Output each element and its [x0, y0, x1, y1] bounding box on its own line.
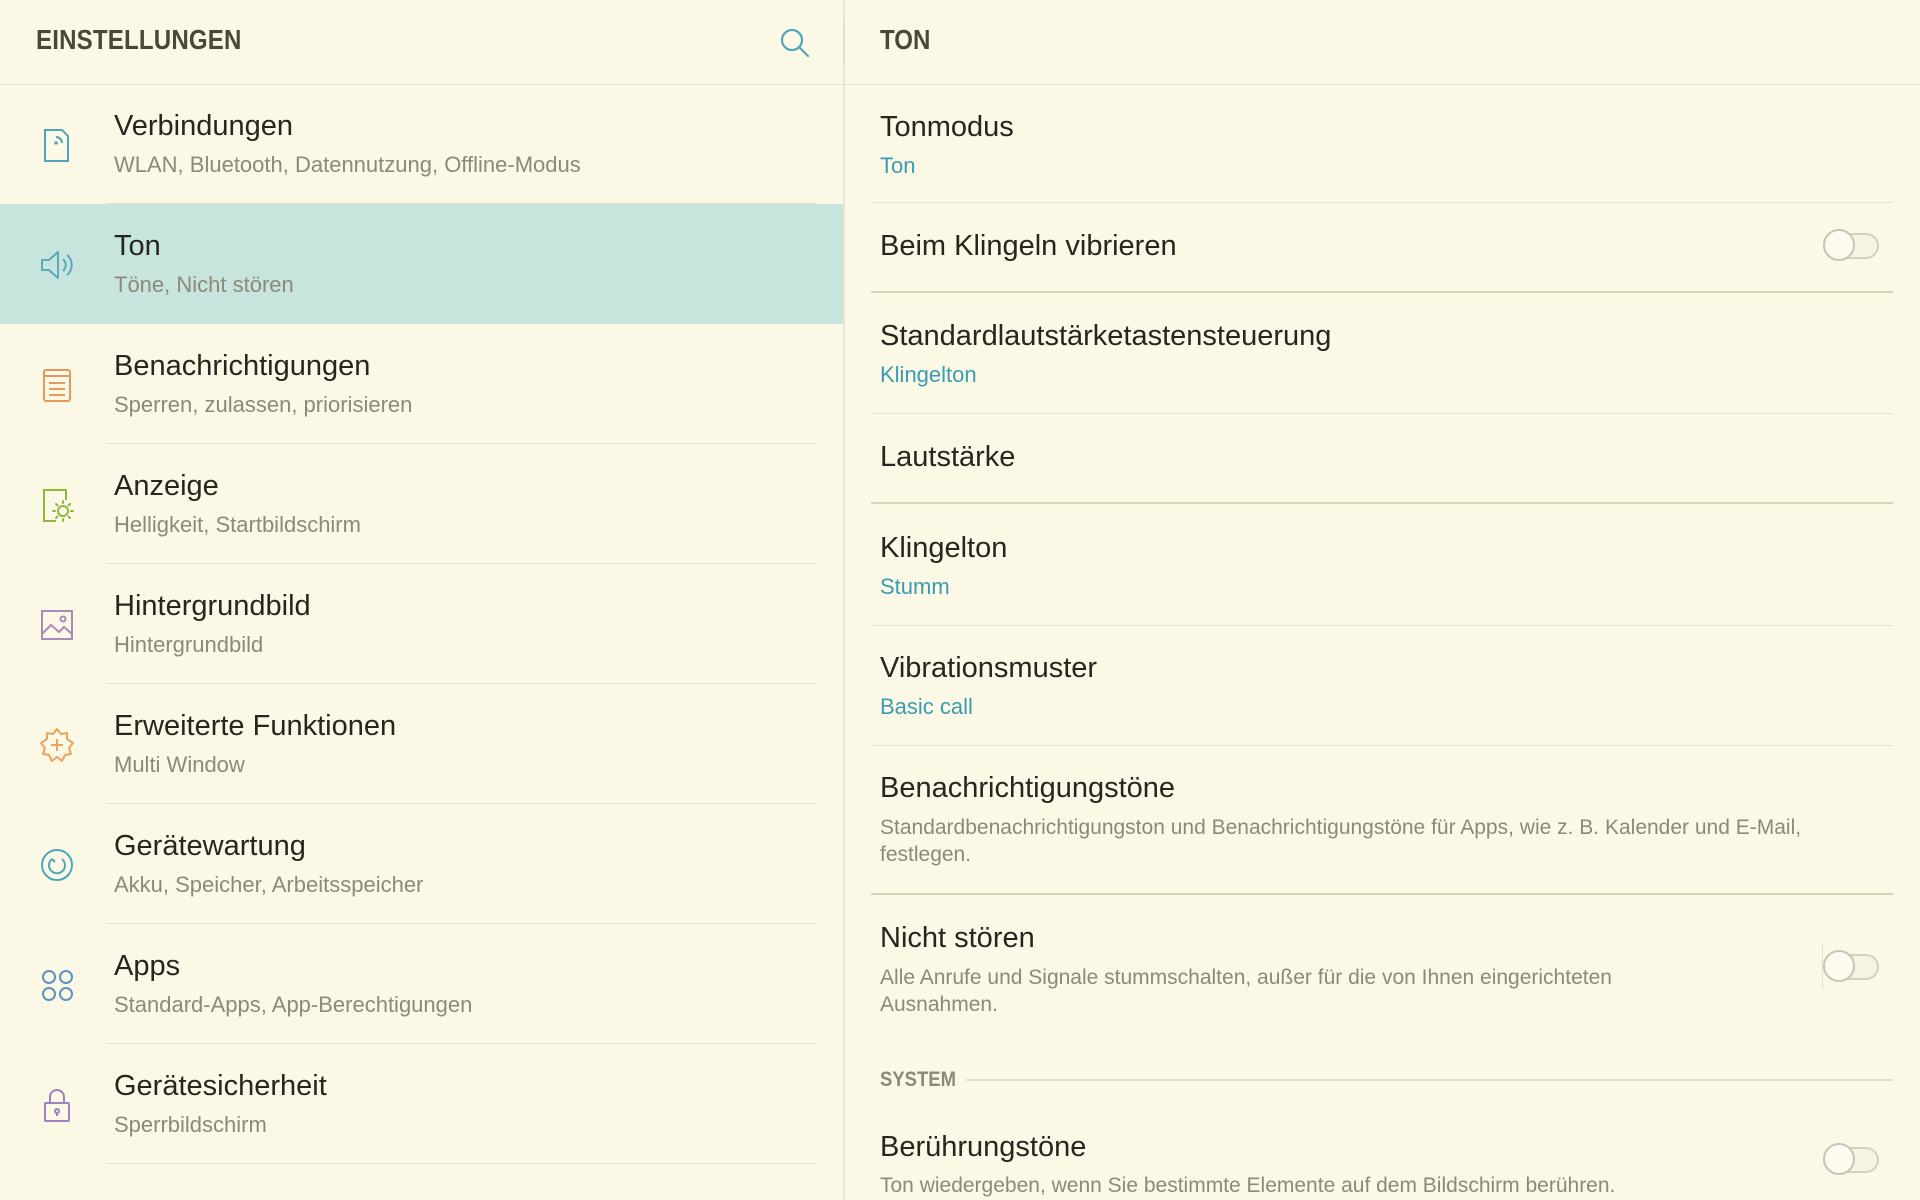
- header-divider: [843, 20, 844, 64]
- setting-value: Stumm: [880, 574, 950, 599]
- setting-beruehrungstoene[interactable]: Berührungstöne Ton wiedergeben, wenn Sie…: [871, 1105, 1893, 1200]
- lock-icon: [44, 1089, 70, 1122]
- connections-icon: [44, 129, 69, 162]
- search-icon: [780, 28, 810, 58]
- touch-sounds-toggle[interactable]: [1823, 1143, 1879, 1175]
- apps-icon: [42, 970, 73, 1001]
- speaker-icon: [41, 251, 73, 279]
- setting-title: Beim Klingeln vibrieren: [880, 230, 1177, 262]
- page-title: EINSTELLUNGEN: [36, 24, 242, 55]
- setting-title: Lautstärke: [880, 441, 1016, 473]
- settings-header: EINSTELLUNGEN: [0, 0, 843, 85]
- sound-settings-pane: TON Tonmodus Ton Beim Klingeln vibrieren…: [845, 0, 1920, 1200]
- settings-app: EINSTELLUNGEN Verbindungen WLAN, Bluetoo…: [0, 0, 1920, 1200]
- wallpaper-icon: [41, 610, 73, 640]
- menu-item-title: Anzeige: [114, 470, 219, 502]
- menu-item-ton[interactable]: Ton Töne, Nicht stören: [0, 204, 843, 324]
- toggle-knob: [1823, 229, 1855, 261]
- menu-item-subtitle: Töne, Nicht stören: [114, 272, 294, 297]
- setting-value: Klingelton: [880, 362, 977, 387]
- section-label: SYSTEM: [880, 1068, 956, 1091]
- menu-item-title: Erweiterte Funktionen: [114, 710, 397, 742]
- menu-item-subtitle: Akku, Speicher, Arbeitsspeicher: [114, 872, 424, 897]
- setting-vibrationsmuster[interactable]: Vibrationsmuster Basic call: [871, 626, 1893, 746]
- setting-title: Klingelton: [880, 532, 1008, 564]
- setting-description: Standardbenachrichtigungston und Benachr…: [880, 816, 1802, 866]
- menu-item-subtitle: WLAN, Bluetooth, Datennutzung, Offline-M…: [114, 152, 581, 177]
- menu-item-title: Ton: [114, 230, 161, 262]
- setting-value: Basic call: [880, 694, 973, 719]
- setting-beim-klingeln-vibrieren[interactable]: Beim Klingeln vibrieren: [871, 203, 1893, 293]
- setting-title: Standardlautstärketastensteuerung: [880, 320, 1332, 352]
- menu-item-subtitle: Sperrbildschirm: [114, 1112, 267, 1137]
- menu-item-subtitle: Multi Window: [114, 752, 245, 777]
- menu-item-title: Benachrichtigungen: [114, 350, 371, 382]
- menu-item-benachrichtigungen[interactable]: Benachrichtigungen Sperren, zulassen, pr…: [0, 324, 843, 444]
- setting-klingelton[interactable]: Klingelton Stumm: [871, 504, 1893, 626]
- menu-item-subtitle: Hintergrundbild: [114, 632, 264, 657]
- menu-item-hintergrundbild[interactable]: Hintergrundbild Hintergrundbild: [0, 564, 843, 684]
- search-button[interactable]: [778, 26, 812, 60]
- settings-menu-pane: EINSTELLUNGEN Verbindungen WLAN, Bluetoo…: [0, 0, 843, 1200]
- menu-item-title: Apps: [114, 950, 181, 982]
- menu-item-subtitle: Standard-Apps, App-Berechtigungen: [114, 992, 473, 1017]
- advanced-features-icon: [40, 728, 74, 762]
- vibrate-toggle[interactable]: [1823, 229, 1879, 261]
- setting-title: Benachrichtigungstöne: [880, 772, 1176, 804]
- menu-item-anzeige[interactable]: Anzeige Helligkeit, Startbildschirm: [0, 444, 843, 564]
- setting-title: Nicht stören: [880, 922, 1035, 954]
- setting-title: Vibrationsmuster: [880, 652, 1098, 684]
- menu-item-erweiterte-funktionen[interactable]: Erweiterte Funktionen Multi Window: [0, 684, 843, 804]
- menu-item-title: Hintergrundbild: [114, 590, 311, 622]
- divider: [106, 1163, 817, 1164]
- menu-item-subtitle: Helligkeit, Startbildschirm: [114, 512, 361, 537]
- setting-title: Tonmodus: [880, 111, 1014, 143]
- toggle-knob: [1823, 950, 1855, 982]
- setting-benachrichtigungstoene[interactable]: Benachrichtigungstöne Standardbenachrich…: [871, 746, 1893, 895]
- menu-item-title: Verbindungen: [114, 110, 293, 142]
- do-not-disturb-toggle[interactable]: [1823, 950, 1879, 982]
- detail-header: TON: [845, 0, 1920, 85]
- notifications-icon: [43, 369, 71, 402]
- display-icon: [43, 489, 74, 522]
- setting-tonmodus[interactable]: Tonmodus Ton: [871, 85, 1893, 203]
- menu-item-geraetewartung[interactable]: Gerätewartung Akku, Speicher, Arbeitsspe…: [0, 804, 843, 924]
- setting-description: Alle Anrufe und Signale stummschalten, a…: [880, 966, 1612, 1016]
- section-header-system: SYSTEM: [880, 1062, 1893, 1098]
- setting-value: Ton: [880, 153, 916, 178]
- device-maintenance-icon: [41, 849, 73, 881]
- section-divider: [966, 1079, 1893, 1081]
- setting-nicht-stoeren[interactable]: Nicht stören Alle Anrufe und Signale stu…: [871, 895, 1893, 1045]
- menu-item-subtitle: Sperren, zulassen, priorisieren: [114, 392, 413, 417]
- menu-item-geraetesicherheit[interactable]: Gerätesicherheit Sperrbildschirm: [0, 1044, 843, 1164]
- setting-lautstaerke[interactable]: Lautstärke: [871, 414, 1893, 504]
- menu-item-apps[interactable]: Apps Standard-Apps, App-Berechtigungen: [0, 924, 843, 1044]
- menu-item-verbindungen[interactable]: Verbindungen WLAN, Bluetooth, Datennutzu…: [0, 84, 843, 204]
- settings-menu-list: Verbindungen WLAN, Bluetooth, Datennutzu…: [0, 84, 843, 1164]
- toggle-knob: [1823, 1143, 1855, 1175]
- menu-item-title: Gerätewartung: [114, 830, 306, 862]
- setting-standardlautstaerketastensteuerung[interactable]: Standardlautstärketastensteuerung Klinge…: [871, 293, 1893, 414]
- setting-description: Ton wiedergeben, wenn Sie bestimmte Elem…: [880, 1174, 1616, 1197]
- setting-title: Berührungstöne: [880, 1131, 1087, 1163]
- detail-title: TON: [880, 24, 931, 55]
- menu-item-title: Gerätesicherheit: [114, 1070, 327, 1102]
